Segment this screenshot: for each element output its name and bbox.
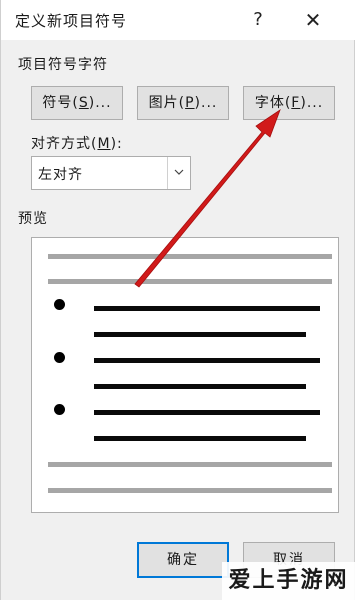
alignment-label-text: 对齐方式( xyxy=(31,136,98,152)
preview-gray-line xyxy=(48,462,332,467)
symbol-button[interactable]: 符号(S)... xyxy=(31,86,123,120)
close-button[interactable]: ✕ xyxy=(299,6,327,34)
font-button-mnemonic: F xyxy=(291,95,301,111)
title-bar: 定义新项目符号 ? ✕ xyxy=(1,0,355,40)
alignment-selected-value: 左对齐 xyxy=(38,167,83,183)
bullet-dot-icon xyxy=(54,352,65,363)
symbol-button-suffix: )... xyxy=(88,95,112,111)
picture-button[interactable]: 图片(P)... xyxy=(137,86,229,120)
preview-label: 预览 xyxy=(18,211,48,227)
font-button-suffix: )... xyxy=(300,95,324,111)
bullet-dot-icon xyxy=(54,404,65,415)
ok-button[interactable]: 确定 xyxy=(137,542,229,578)
preview-gray-line xyxy=(48,254,332,259)
bullet-dot-icon xyxy=(54,299,65,310)
dialog-title: 定义新项目符号 xyxy=(15,12,128,30)
symbol-button-text: 符号( xyxy=(42,95,79,111)
picture-button-mnemonic: P xyxy=(185,95,195,111)
chevron-down-icon[interactable] xyxy=(167,157,190,189)
picture-button-text: 图片( xyxy=(148,95,186,111)
preview-text-line xyxy=(94,436,306,441)
preview-box xyxy=(31,237,339,513)
preview-text-line xyxy=(94,306,320,311)
chevron-down-glyph xyxy=(174,169,184,175)
preview-gray-line xyxy=(48,279,332,284)
symbol-button-mnemonic: S xyxy=(78,95,89,111)
define-new-bullet-dialog: 定义新项目符号 ? ✕ 项目符号字符 符号(S)... 图片(P)... 字体(… xyxy=(0,0,355,600)
alignment-label-suffix: ): xyxy=(110,136,123,152)
preview-gray-line xyxy=(48,488,332,493)
alignment-label: 对齐方式(M): xyxy=(31,133,123,153)
font-button[interactable]: 字体(F)... xyxy=(243,86,335,120)
picture-button-suffix: )... xyxy=(194,95,218,111)
help-button[interactable]: ? xyxy=(245,6,271,34)
font-button-text: 字体( xyxy=(254,95,292,111)
preview-text-line xyxy=(94,410,320,415)
alignment-select[interactable]: 左对齐 xyxy=(31,156,191,190)
watermark-logo: 爱上手游网 xyxy=(222,562,355,600)
alignment-label-mnemonic: M xyxy=(97,136,111,152)
preview-text-line xyxy=(94,332,306,337)
preview-text-line xyxy=(94,384,306,389)
bullet-character-group-label: 项目符号字符 xyxy=(18,57,108,73)
preview-text-line xyxy=(94,358,320,363)
